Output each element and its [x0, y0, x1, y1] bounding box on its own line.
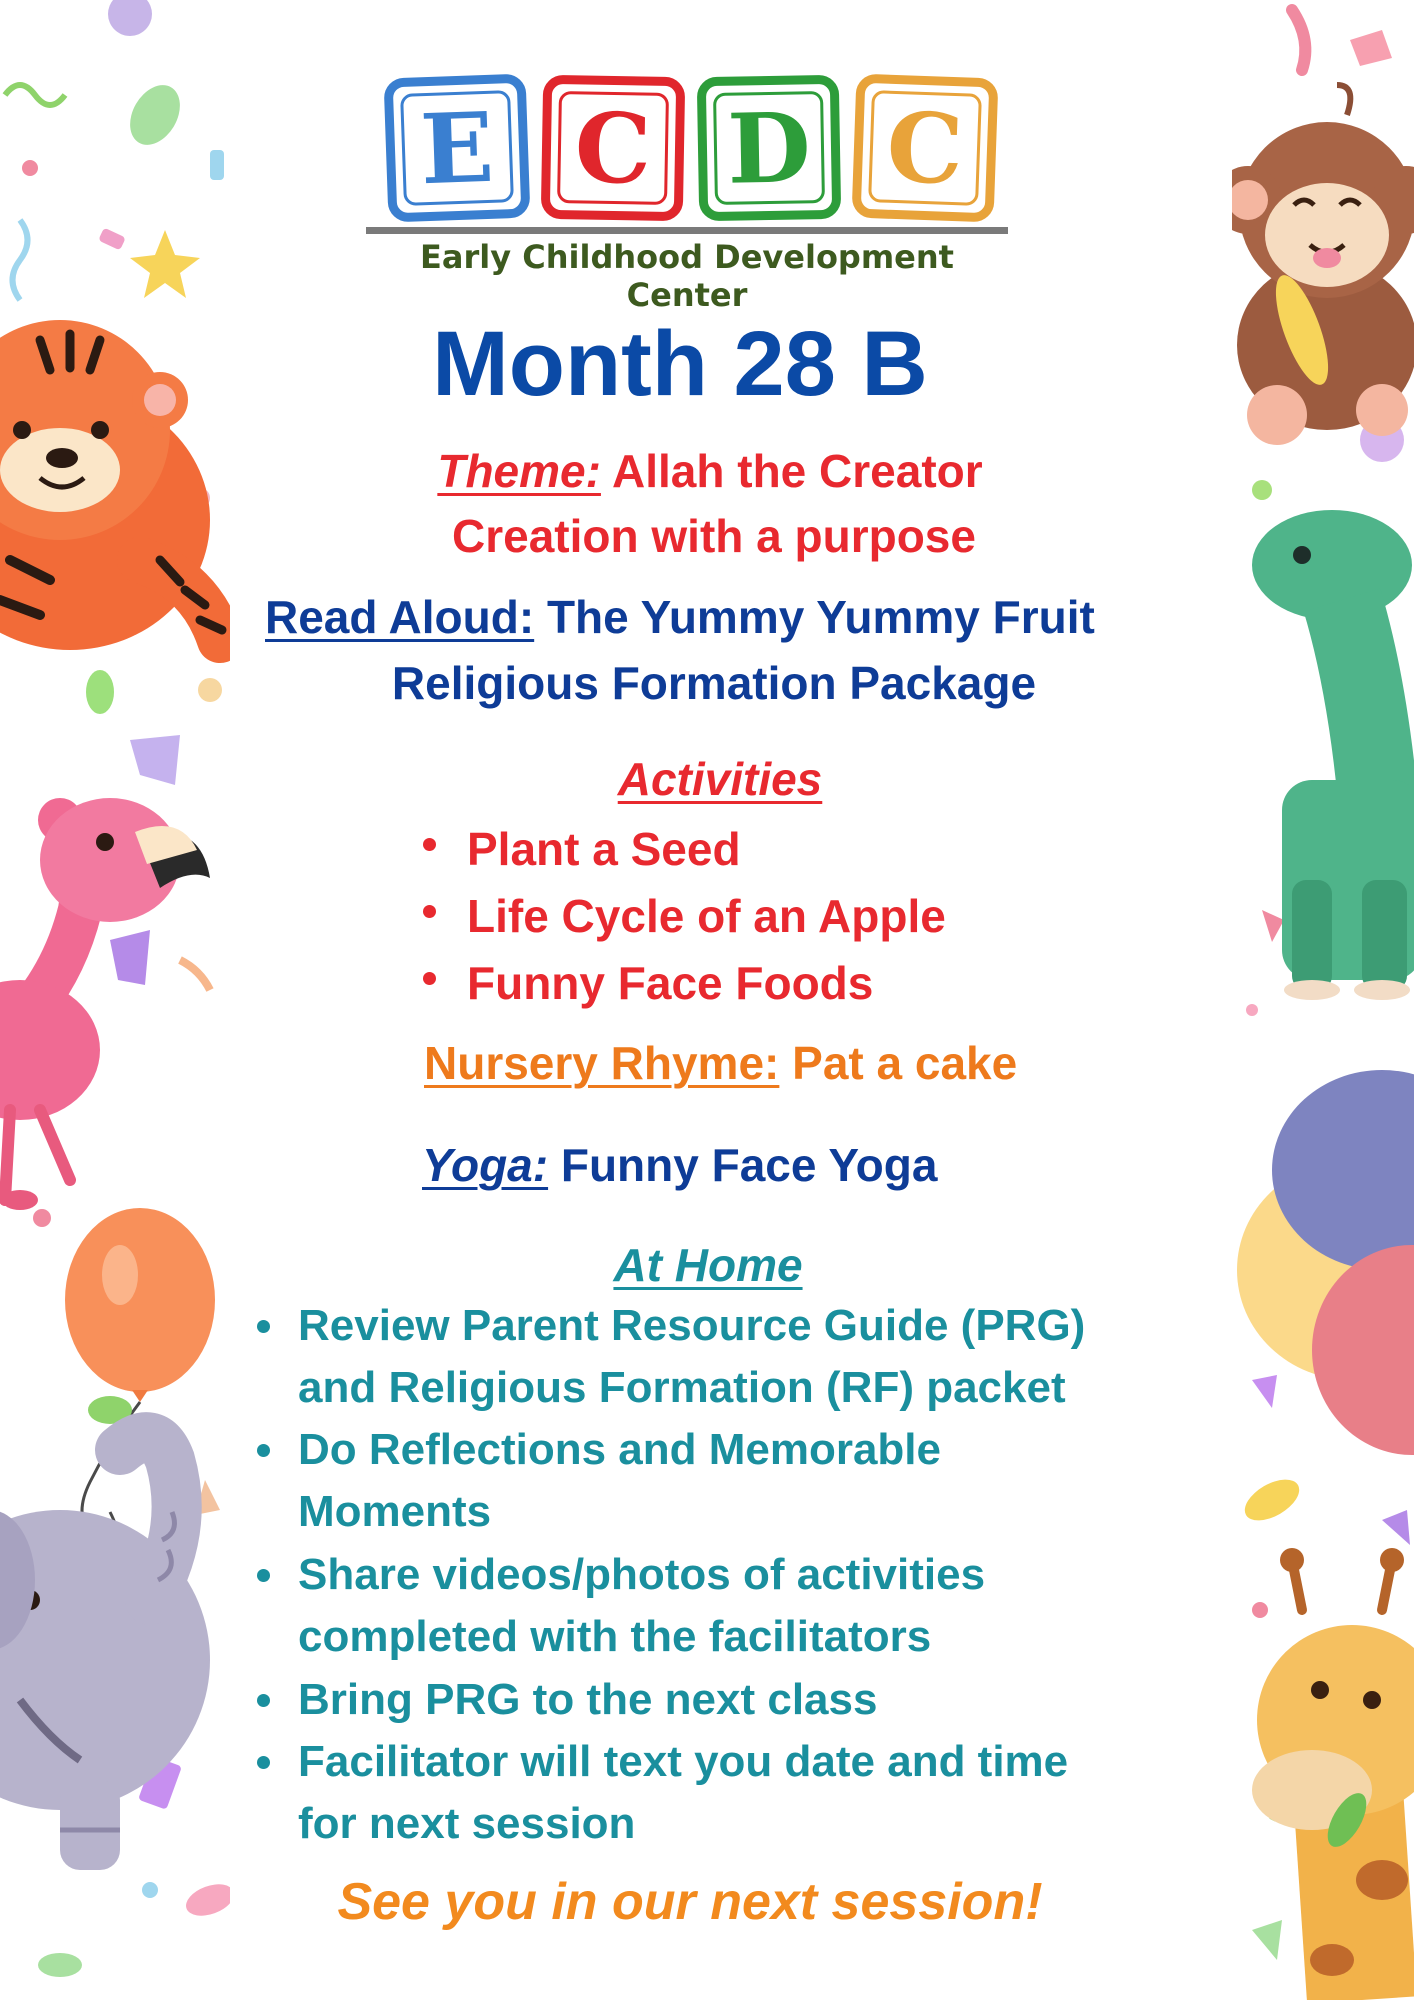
- logo-letter-e: E: [400, 90, 514, 206]
- balloons-illustration: [1237, 1070, 1414, 1455]
- list-item: Review Parent Resource Guide (PRG) and R…: [250, 1304, 1150, 1428]
- flamingo-illustration: [0, 798, 210, 1210]
- list-item: Do Reflections and Memorable Moments: [250, 1428, 1150, 1552]
- theme-label: Theme:: [437, 445, 601, 497]
- read-aloud-value: The Yummy Yummy Fruit: [546, 591, 1095, 643]
- bullet-icon: [423, 838, 436, 851]
- monkey-illustration: [1232, 82, 1414, 445]
- yoga-value: Funny Face Yoga: [560, 1139, 938, 1191]
- list-item: Life Cycle of an Apple: [420, 889, 946, 956]
- elephant-illustration: [0, 1412, 210, 1870]
- logo-block-d: D: [696, 74, 842, 222]
- logo-subtitle: Early Childhood Development Center: [420, 238, 954, 314]
- bullet-icon: [257, 1320, 270, 1333]
- activities-heading: Activities: [617, 753, 823, 805]
- closing-message: See you in our next session!: [337, 1873, 1043, 1931]
- nursery-rhyme-label: Nursery Rhyme:: [424, 1037, 780, 1089]
- theme-value: Allah the Creator: [612, 445, 983, 497]
- logo-letter-d: D: [713, 91, 825, 205]
- ecdc-logo: E C D C Early Childhood Development Cent…: [362, 62, 1012, 314]
- bullet-icon: [423, 972, 436, 985]
- bullet-icon: [423, 905, 436, 918]
- theme-line-1: Theme: Allah the Creator: [230, 448, 1190, 494]
- bullet-icon: [257, 1694, 270, 1707]
- list-item: Bring PRG to the next class: [250, 1678, 1150, 1740]
- read-aloud-line-2: Religious Formation Package: [391, 657, 1037, 709]
- list-item: Facilitator will text you date and time …: [250, 1740, 1150, 1864]
- logo-block-e: E: [383, 73, 531, 223]
- read-aloud-line-1: Read Aloud: The Yummy Yummy Fruit: [265, 594, 1095, 640]
- list-item: Share videos/photos of activities comple…: [250, 1553, 1150, 1677]
- read-aloud-label: Read Aloud:: [265, 591, 535, 643]
- bullet-icon: [257, 1569, 270, 1582]
- nursery-rhyme-line: Nursery Rhyme: Pat a cake: [424, 1040, 1017, 1086]
- logo-block-c2: C: [851, 73, 999, 223]
- list-item: Funny Face Foods: [420, 956, 946, 1023]
- yoga-label: Yoga:: [422, 1139, 549, 1191]
- bullet-icon: [257, 1756, 270, 1769]
- list-item: Plant a Seed: [420, 822, 946, 889]
- logo-block-c: C: [540, 74, 686, 222]
- at-home-heading: At Home: [613, 1239, 803, 1291]
- bullet-icon: [257, 1444, 270, 1457]
- left-decoration-strip: [0, 0, 230, 2000]
- activities-list: Plant a Seed Life Cycle of an Apple Funn…: [420, 822, 946, 1023]
- right-decoration-strip: [1232, 0, 1414, 2000]
- logo-letter-c2: C: [868, 90, 982, 206]
- nursery-rhyme-value: Pat a cake: [792, 1037, 1018, 1089]
- tiger-illustration: [0, 320, 230, 663]
- theme-line-2: Creation with a purpose: [452, 510, 976, 562]
- page-title: Month 28 B: [432, 313, 928, 415]
- logo-letter-c: C: [557, 91, 669, 205]
- yoga-line: Yoga: Funny Face Yoga: [422, 1142, 937, 1188]
- logo-underline: [366, 227, 1008, 234]
